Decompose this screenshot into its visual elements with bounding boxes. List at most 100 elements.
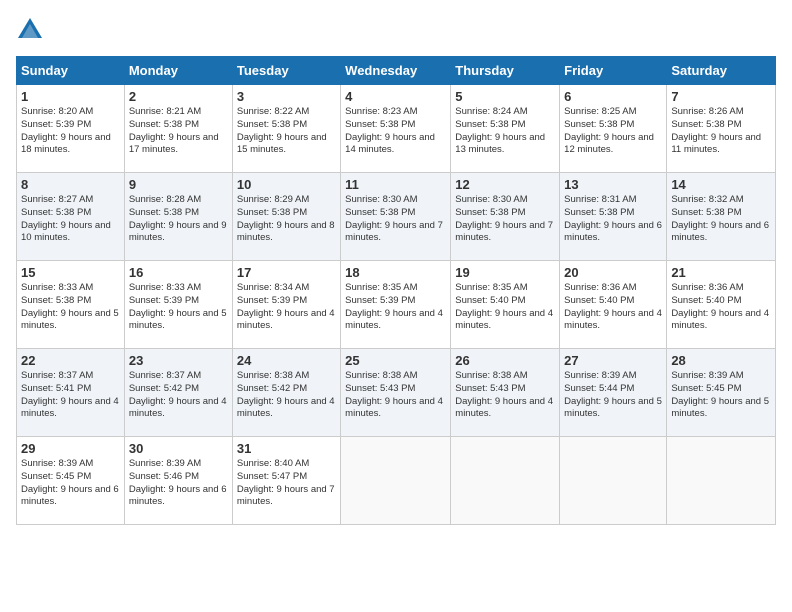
day-info: Sunrise: 8:32 AM Sunset: 5:38 PM Dayligh… [671, 194, 771, 245]
day-cell: 9 Sunrise: 8:28 AM Sunset: 5:38 PM Dayli… [124, 173, 232, 261]
day-cell: 14 Sunrise: 8:32 AM Sunset: 5:38 PM Dayl… [667, 173, 776, 261]
day-cell: 27 Sunrise: 8:39 AM Sunset: 5:44 PM Dayl… [560, 349, 667, 437]
day-info: Sunrise: 8:38 AM Sunset: 5:43 PM Dayligh… [455, 370, 555, 421]
day-number: 31 [237, 441, 336, 456]
day-cell: 2 Sunrise: 8:21 AM Sunset: 5:38 PM Dayli… [124, 85, 232, 173]
day-info: Sunrise: 8:23 AM Sunset: 5:38 PM Dayligh… [345, 106, 446, 157]
day-cell: 19 Sunrise: 8:35 AM Sunset: 5:40 PM Dayl… [451, 261, 560, 349]
day-info: Sunrise: 8:38 AM Sunset: 5:42 PM Dayligh… [237, 370, 336, 421]
week-row-1: 1 Sunrise: 8:20 AM Sunset: 5:39 PM Dayli… [17, 85, 776, 173]
day-cell: 1 Sunrise: 8:20 AM Sunset: 5:39 PM Dayli… [17, 85, 125, 173]
day-header-thursday: Thursday [451, 57, 560, 85]
day-number: 10 [237, 177, 336, 192]
day-cell [560, 437, 667, 525]
day-cell: 23 Sunrise: 8:37 AM Sunset: 5:42 PM Dayl… [124, 349, 232, 437]
day-info: Sunrise: 8:39 AM Sunset: 5:46 PM Dayligh… [129, 458, 228, 509]
day-info: Sunrise: 8:29 AM Sunset: 5:38 PM Dayligh… [237, 194, 336, 245]
day-number: 29 [21, 441, 120, 456]
day-number: 13 [564, 177, 662, 192]
day-info: Sunrise: 8:35 AM Sunset: 5:40 PM Dayligh… [455, 282, 555, 333]
day-header-saturday: Saturday [667, 57, 776, 85]
day-number: 25 [345, 353, 446, 368]
day-number: 3 [237, 89, 336, 104]
week-row-5: 29 Sunrise: 8:39 AM Sunset: 5:45 PM Dayl… [17, 437, 776, 525]
day-cell: 31 Sunrise: 8:40 AM Sunset: 5:47 PM Dayl… [232, 437, 340, 525]
day-cell: 26 Sunrise: 8:38 AM Sunset: 5:43 PM Dayl… [451, 349, 560, 437]
week-row-2: 8 Sunrise: 8:27 AM Sunset: 5:38 PM Dayli… [17, 173, 776, 261]
day-info: Sunrise: 8:36 AM Sunset: 5:40 PM Dayligh… [564, 282, 662, 333]
day-info: Sunrise: 8:35 AM Sunset: 5:39 PM Dayligh… [345, 282, 446, 333]
day-cell: 7 Sunrise: 8:26 AM Sunset: 5:38 PM Dayli… [667, 85, 776, 173]
week-row-3: 15 Sunrise: 8:33 AM Sunset: 5:38 PM Dayl… [17, 261, 776, 349]
day-info: Sunrise: 8:36 AM Sunset: 5:40 PM Dayligh… [671, 282, 771, 333]
day-info: Sunrise: 8:26 AM Sunset: 5:38 PM Dayligh… [671, 106, 771, 157]
day-info: Sunrise: 8:24 AM Sunset: 5:38 PM Dayligh… [455, 106, 555, 157]
day-cell: 17 Sunrise: 8:34 AM Sunset: 5:39 PM Dayl… [232, 261, 340, 349]
day-cell: 12 Sunrise: 8:30 AM Sunset: 5:38 PM Dayl… [451, 173, 560, 261]
day-cell: 8 Sunrise: 8:27 AM Sunset: 5:38 PM Dayli… [17, 173, 125, 261]
day-info: Sunrise: 8:33 AM Sunset: 5:39 PM Dayligh… [129, 282, 228, 333]
day-number: 21 [671, 265, 771, 280]
day-cell: 6 Sunrise: 8:25 AM Sunset: 5:38 PM Dayli… [560, 85, 667, 173]
day-info: Sunrise: 8:28 AM Sunset: 5:38 PM Dayligh… [129, 194, 228, 245]
day-info: Sunrise: 8:27 AM Sunset: 5:38 PM Dayligh… [21, 194, 120, 245]
day-number: 12 [455, 177, 555, 192]
day-cell: 3 Sunrise: 8:22 AM Sunset: 5:38 PM Dayli… [232, 85, 340, 173]
page-container: SundayMondayTuesdayWednesdayThursdayFrid… [0, 0, 792, 533]
day-number: 24 [237, 353, 336, 368]
day-cell: 28 Sunrise: 8:39 AM Sunset: 5:45 PM Dayl… [667, 349, 776, 437]
day-cell: 21 Sunrise: 8:36 AM Sunset: 5:40 PM Dayl… [667, 261, 776, 349]
day-number: 30 [129, 441, 228, 456]
day-cell: 24 Sunrise: 8:38 AM Sunset: 5:42 PM Dayl… [232, 349, 340, 437]
day-number: 8 [21, 177, 120, 192]
day-info: Sunrise: 8:20 AM Sunset: 5:39 PM Dayligh… [21, 106, 120, 157]
header [16, 16, 776, 44]
day-number: 20 [564, 265, 662, 280]
day-number: 26 [455, 353, 555, 368]
day-info: Sunrise: 8:25 AM Sunset: 5:38 PM Dayligh… [564, 106, 662, 157]
day-info: Sunrise: 8:39 AM Sunset: 5:45 PM Dayligh… [671, 370, 771, 421]
day-info: Sunrise: 8:21 AM Sunset: 5:38 PM Dayligh… [129, 106, 228, 157]
day-header-friday: Friday [560, 57, 667, 85]
day-number: 15 [21, 265, 120, 280]
day-cell [667, 437, 776, 525]
logo [16, 16, 48, 44]
day-number: 7 [671, 89, 771, 104]
day-number: 16 [129, 265, 228, 280]
header-row: SundayMondayTuesdayWednesdayThursdayFrid… [17, 57, 776, 85]
day-number: 4 [345, 89, 446, 104]
day-info: Sunrise: 8:39 AM Sunset: 5:44 PM Dayligh… [564, 370, 662, 421]
day-header-sunday: Sunday [17, 57, 125, 85]
day-info: Sunrise: 8:31 AM Sunset: 5:38 PM Dayligh… [564, 194, 662, 245]
day-cell: 22 Sunrise: 8:37 AM Sunset: 5:41 PM Dayl… [17, 349, 125, 437]
day-number: 14 [671, 177, 771, 192]
day-info: Sunrise: 8:30 AM Sunset: 5:38 PM Dayligh… [345, 194, 446, 245]
day-number: 5 [455, 89, 555, 104]
day-info: Sunrise: 8:22 AM Sunset: 5:38 PM Dayligh… [237, 106, 336, 157]
day-info: Sunrise: 8:34 AM Sunset: 5:39 PM Dayligh… [237, 282, 336, 333]
day-number: 18 [345, 265, 446, 280]
day-cell: 4 Sunrise: 8:23 AM Sunset: 5:38 PM Dayli… [341, 85, 451, 173]
day-header-tuesday: Tuesday [232, 57, 340, 85]
day-info: Sunrise: 8:40 AM Sunset: 5:47 PM Dayligh… [237, 458, 336, 509]
day-number: 28 [671, 353, 771, 368]
day-info: Sunrise: 8:37 AM Sunset: 5:41 PM Dayligh… [21, 370, 120, 421]
day-cell [341, 437, 451, 525]
day-number: 17 [237, 265, 336, 280]
day-header-wednesday: Wednesday [341, 57, 451, 85]
day-info: Sunrise: 8:30 AM Sunset: 5:38 PM Dayligh… [455, 194, 555, 245]
week-row-4: 22 Sunrise: 8:37 AM Sunset: 5:41 PM Dayl… [17, 349, 776, 437]
day-cell: 15 Sunrise: 8:33 AM Sunset: 5:38 PM Dayl… [17, 261, 125, 349]
day-number: 9 [129, 177, 228, 192]
day-cell: 13 Sunrise: 8:31 AM Sunset: 5:38 PM Dayl… [560, 173, 667, 261]
day-number: 11 [345, 177, 446, 192]
day-cell: 29 Sunrise: 8:39 AM Sunset: 5:45 PM Dayl… [17, 437, 125, 525]
day-info: Sunrise: 8:39 AM Sunset: 5:45 PM Dayligh… [21, 458, 120, 509]
day-cell: 18 Sunrise: 8:35 AM Sunset: 5:39 PM Dayl… [341, 261, 451, 349]
day-cell: 16 Sunrise: 8:33 AM Sunset: 5:39 PM Dayl… [124, 261, 232, 349]
day-number: 19 [455, 265, 555, 280]
day-cell: 10 Sunrise: 8:29 AM Sunset: 5:38 PM Dayl… [232, 173, 340, 261]
day-number: 2 [129, 89, 228, 104]
day-cell: 30 Sunrise: 8:39 AM Sunset: 5:46 PM Dayl… [124, 437, 232, 525]
day-info: Sunrise: 8:33 AM Sunset: 5:38 PM Dayligh… [21, 282, 120, 333]
